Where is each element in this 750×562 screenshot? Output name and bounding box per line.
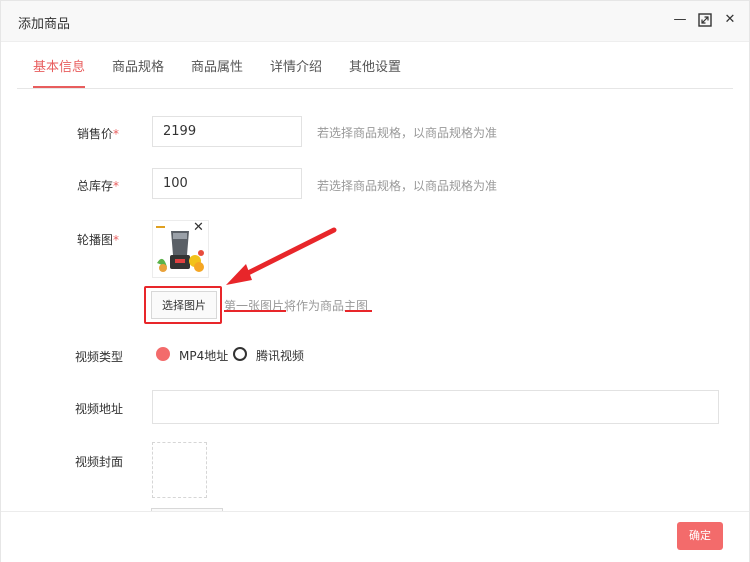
tab-other-settings[interactable]: 其他设置 bbox=[349, 49, 401, 88]
required-mark: * bbox=[113, 179, 119, 193]
maximize-icon[interactable] bbox=[698, 13, 712, 27]
video-url-label: 视频地址 bbox=[74, 402, 123, 416]
carousel-label: 轮播图* bbox=[76, 233, 119, 247]
tab-basic-info[interactable]: 基本信息 bbox=[33, 49, 86, 88]
required-mark: * bbox=[113, 233, 119, 247]
tab-details[interactable]: 详情介绍 bbox=[270, 49, 322, 88]
stock-hint: 若选择商品规格，以商品规格为准 bbox=[317, 179, 498, 193]
carousel-hint: 第一张图片将作为商品主图 bbox=[224, 299, 369, 313]
stock-input[interactable] bbox=[152, 168, 302, 199]
radio-mp4-label: MP4地址 bbox=[179, 349, 229, 363]
price-label: 销售价* bbox=[76, 127, 119, 141]
minimize-icon[interactable]: — bbox=[673, 13, 687, 27]
tab-specs[interactable]: 商品规格 bbox=[112, 49, 164, 88]
dialog-footer bbox=[1, 511, 749, 562]
dialog-title: 添加商品 bbox=[18, 17, 71, 32]
radio-mp4[interactable] bbox=[156, 347, 170, 361]
video-type-label: 视频类型 bbox=[74, 350, 123, 364]
radio-tencent-label: 腾讯视频 bbox=[256, 349, 305, 363]
remove-image-icon[interactable]: ✕ bbox=[193, 221, 204, 234]
confirm-button[interactable]: 确定 bbox=[677, 522, 723, 550]
add-product-dialog: 添加商品 — ✕ 基本信息 商品规格 商品属性 详情介绍 其他设置 销售价* 若… bbox=[0, 0, 750, 562]
video-url-input[interactable] bbox=[152, 390, 719, 424]
maximize-glyph bbox=[698, 13, 712, 27]
close-icon[interactable]: ✕ bbox=[723, 13, 737, 27]
select-image-button[interactable]: 选择图片 bbox=[151, 291, 217, 319]
price-input[interactable] bbox=[152, 116, 302, 147]
price-hint: 若选择商品规格，以商品规格为准 bbox=[317, 126, 498, 140]
video-cover-label: 视频封面 bbox=[74, 455, 123, 469]
tab-bar: 基本信息 商品规格 商品属性 详情介绍 其他设置 bbox=[17, 49, 733, 89]
stock-label: 总库存* bbox=[76, 179, 119, 193]
required-mark: * bbox=[113, 127, 119, 141]
video-cover-placeholder[interactable] bbox=[152, 442, 207, 498]
radio-tencent-video[interactable] bbox=[233, 347, 247, 361]
tab-attributes[interactable]: 商品属性 bbox=[191, 49, 243, 88]
dialog-titlebar: 添加商品 — ✕ bbox=[1, 1, 749, 42]
